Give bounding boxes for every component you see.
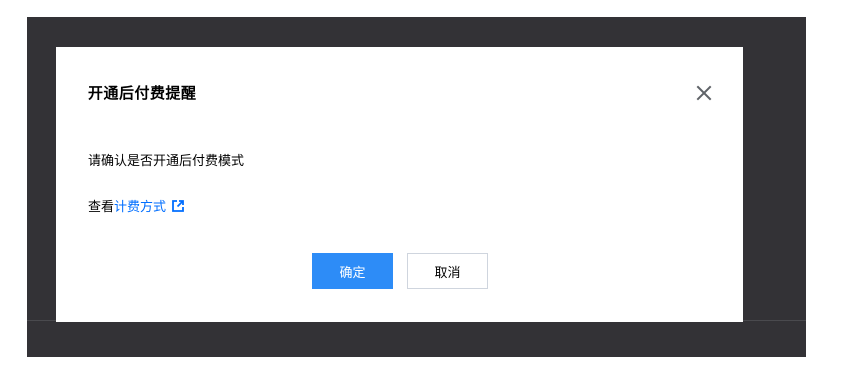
billing-method-link[interactable]: 计费方式 (114, 196, 166, 215)
view-prefix: 查看 (88, 200, 115, 215)
confirm-message: 请确认是否开通后付费模式 (88, 154, 245, 169)
billing-method-line: 查看 计费方式 (88, 196, 184, 215)
confirm-button[interactable]: 确定 (312, 253, 393, 289)
billing-reminder-dialog: 开通后付费提醒 请确认是否开通后付费模式 查看 计费方式 确定 取消 (56, 47, 743, 322)
dialog-title: 开通后付费提醒 (88, 84, 197, 102)
close-icon[interactable] (696, 85, 712, 101)
cancel-button[interactable]: 取消 (407, 253, 488, 289)
external-link-icon[interactable] (172, 199, 184, 212)
